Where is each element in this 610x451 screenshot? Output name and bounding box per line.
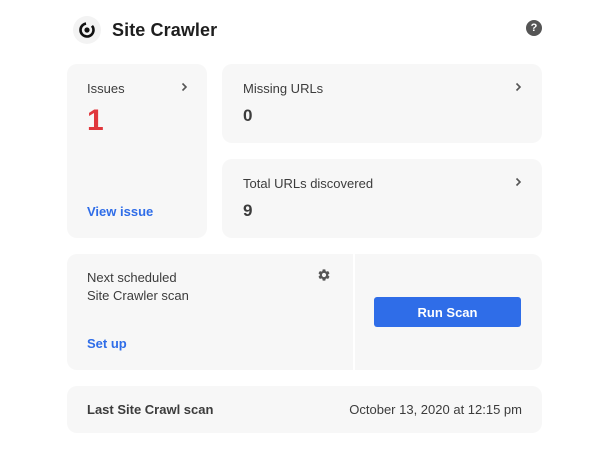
schedule-panel: Next scheduled Site Crawler scan Set up: [67, 254, 353, 370]
gear-icon[interactable]: [317, 268, 331, 282]
missing-urls-card[interactable]: Missing URLs 0: [222, 64, 542, 143]
total-urls-label: Total URLs discovered: [243, 176, 374, 191]
widget-title: Site Crawler: [112, 19, 218, 40]
issues-label: Issues: [87, 81, 125, 96]
total-urls-card[interactable]: Total URLs discovered 9: [222, 159, 542, 238]
schedule-card: Next scheduled Site Crawler scan Set up …: [67, 254, 542, 370]
chevron-right-icon[interactable]: [513, 82, 523, 92]
schedule-divider: [353, 254, 355, 370]
schedule-line-1: Next scheduled: [87, 270, 177, 285]
help-icon[interactable]: ?: [526, 20, 542, 36]
set-up-link[interactable]: Set up: [87, 336, 127, 351]
schedule-line-2: Site Crawler scan: [87, 288, 189, 303]
last-scan-label: Last Site Crawl scan: [87, 402, 214, 417]
chevron-right-icon[interactable]: [179, 82, 189, 92]
missing-urls-count: 0: [243, 106, 253, 125]
widget-header: Site Crawler: [73, 14, 217, 46]
run-scan-button[interactable]: Run Scan: [374, 297, 521, 327]
total-urls-count: 9: [243, 201, 253, 220]
last-scan-card: Last Site Crawl scan October 13, 2020 at…: [67, 386, 542, 433]
missing-urls-label: Missing URLs: [243, 81, 324, 96]
site-crawler-widget: Site Crawler ? Issues 1 View issue Missi…: [0, 0, 610, 451]
view-issue-link[interactable]: View issue: [87, 204, 153, 219]
issues-card[interactable]: Issues 1 View issue: [67, 64, 207, 238]
schedule-text: Next scheduled Site Crawler scan: [87, 269, 307, 305]
last-scan-date: October 13, 2020 at 12:15 pm: [349, 402, 522, 417]
crawler-logo-icon: [73, 16, 101, 44]
issues-count: 1: [87, 104, 104, 137]
chevron-right-icon[interactable]: [513, 177, 523, 187]
